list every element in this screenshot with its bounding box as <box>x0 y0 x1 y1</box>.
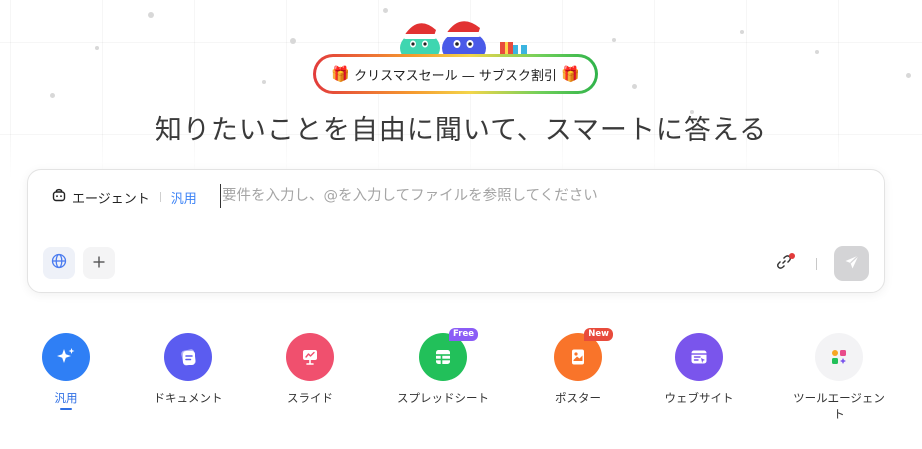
snowflake <box>148 12 154 18</box>
send-button[interactable] <box>834 246 869 281</box>
tile-spreadsheet[interactable]: Free スプレッドシート <box>388 328 498 406</box>
tile-slides[interactable]: スライド <box>255 333 365 406</box>
connector-button[interactable] <box>768 248 800 280</box>
sparkle-icon <box>42 333 90 381</box>
robot-icon <box>52 188 66 206</box>
snowflake <box>815 50 819 54</box>
christmas-sale-banner[interactable]: 🎁 クリスマスセール — サブスク割引 🎁 <box>313 54 598 94</box>
tile-general[interactable]: 汎用 <box>11 333 121 410</box>
christmas-mascots <box>398 10 533 65</box>
agent-label: エージェント <box>72 191 150 207</box>
poster-icon: New <box>554 328 613 381</box>
web-search-toggle[interactable] <box>43 247 75 279</box>
tile-label: スライド <box>287 391 333 405</box>
snowflake <box>612 38 616 42</box>
snowflake <box>632 84 637 89</box>
toolbar-divider <box>816 258 817 270</box>
website-icon <box>675 333 723 381</box>
tile-label: 汎用 <box>54 391 78 405</box>
document-icon <box>164 333 212 381</box>
active-tab-indicator <box>60 408 72 410</box>
tile-tool-agent[interactable]: ツールエージェント <box>784 333 894 422</box>
feature-tiles: 汎用 ドキュメント スライド Free スプレッドシート New ポスター ウェ… <box>0 328 922 443</box>
gift-icon: 🎁 <box>560 64 580 83</box>
send-icon <box>844 254 860 274</box>
snowflake <box>290 38 296 44</box>
plus-icon <box>92 254 106 273</box>
new-badge: New <box>584 328 613 341</box>
snowflake <box>50 93 55 98</box>
free-badge: Free <box>449 328 478 341</box>
snowflake <box>383 8 388 13</box>
tool-agent-icon <box>815 333 863 381</box>
tile-label: スプレッドシート <box>397 391 489 405</box>
mode-selector[interactable]: 汎用 <box>171 188 197 207</box>
spreadsheet-icon: Free <box>419 328 478 381</box>
tile-label: ウェブサイト <box>664 391 734 405</box>
snowflake <box>262 80 266 84</box>
promo-label: クリスマスセール — サブスク割引 <box>354 68 557 84</box>
agent-selector[interactable]: エージェント 汎用 <box>52 187 197 207</box>
chip-divider <box>159 192 161 202</box>
snowflake <box>906 73 911 78</box>
tile-label: ツールエージェント <box>793 391 885 421</box>
globe-icon <box>51 253 67 273</box>
tile-poster[interactable]: New ポスター <box>523 328 633 406</box>
prompt-input[interactable] <box>220 184 860 208</box>
snowflake <box>740 30 744 34</box>
presentation-icon <box>286 333 334 381</box>
add-attachment-button[interactable] <box>83 247 115 279</box>
tile-label: ポスター <box>555 391 601 405</box>
gift-icon: 🎁 <box>331 64 351 83</box>
page-headline: 知りたいことを自由に聞いて、スマートに答える <box>154 115 768 146</box>
tile-document[interactable]: ドキュメント <box>133 333 243 406</box>
prompt-composer: エージェント 汎用 <box>27 169 885 293</box>
notification-dot <box>789 253 795 259</box>
tile-label: ドキュメント <box>153 391 223 405</box>
tile-website[interactable]: ウェブサイト <box>644 333 754 406</box>
snowflake <box>95 46 99 50</box>
